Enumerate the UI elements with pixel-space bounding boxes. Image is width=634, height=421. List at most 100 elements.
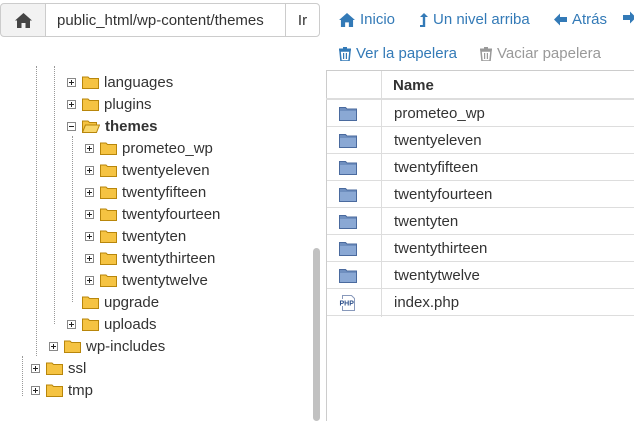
expand-icon[interactable] xyxy=(85,165,94,175)
folder-icon xyxy=(46,362,63,375)
expand-icon[interactable] xyxy=(85,143,94,153)
tree-item-label: twentytwelve xyxy=(122,271,208,289)
column-divider xyxy=(381,71,382,317)
table-row[interactable]: twentythirteen xyxy=(327,235,634,262)
folder-icon xyxy=(46,384,63,397)
go-button[interactable]: Ir xyxy=(285,3,320,37)
folder-icon xyxy=(339,107,357,121)
expand-icon[interactable] xyxy=(31,363,40,373)
trash-icon xyxy=(480,46,492,61)
trash-icon xyxy=(339,46,351,61)
table-row[interactable]: twentyfourteen xyxy=(327,181,634,208)
tree-item-plugins[interactable]: plugins xyxy=(67,93,152,115)
tree-item-uploads[interactable]: uploads xyxy=(67,313,157,335)
file-name: twentyten xyxy=(394,213,459,230)
expand-icon[interactable] xyxy=(67,319,76,329)
file-name: index.php xyxy=(394,294,460,311)
home-icon xyxy=(339,12,355,27)
collapse-icon[interactable] xyxy=(67,121,76,131)
tree-item-prometeo-wp[interactable]: prometeo_wp xyxy=(85,137,213,159)
folder-icon xyxy=(339,161,357,175)
home-icon xyxy=(14,12,32,28)
folder-icon xyxy=(100,142,117,155)
tree-item-twentyten[interactable]: twentyten xyxy=(85,225,186,247)
table-row[interactable]: prometeo_wp xyxy=(327,100,634,127)
file-name: twentythirteen xyxy=(394,240,488,257)
folder-icon xyxy=(100,230,117,243)
expand-icon[interactable] xyxy=(85,275,94,285)
table-row[interactable]: twentytwelve xyxy=(327,262,634,289)
tree-item-label: twentyeleven xyxy=(122,161,210,179)
tree-item-label: twentyfourteen xyxy=(122,205,221,223)
forward-link[interactable] xyxy=(623,11,634,24)
tree-item-label: wp-includes xyxy=(86,337,166,355)
tree-item-label: languages xyxy=(104,73,174,91)
back-link[interactable]: Atrás xyxy=(554,11,607,28)
home-button[interactable] xyxy=(0,3,46,37)
table-row[interactable]: twentyfifteen xyxy=(327,154,634,181)
expand-icon[interactable] xyxy=(85,209,94,219)
folder-open-icon xyxy=(82,120,100,133)
expand-icon[interactable] xyxy=(85,253,94,263)
tree-item-tmp[interactable]: tmp xyxy=(31,379,93,401)
file-name: prometeo_wp xyxy=(394,105,485,122)
file-name: twentyfourteen xyxy=(394,186,493,203)
tree-scrollbar-thumb[interactable] xyxy=(313,248,320,421)
expand-icon[interactable] xyxy=(67,99,76,109)
table-row[interactable]: twentyeleven xyxy=(327,127,634,154)
folder-icon xyxy=(82,76,99,89)
expand-icon[interactable] xyxy=(49,341,58,351)
folder-icon xyxy=(82,296,99,309)
tree-item-twentyfifteen[interactable]: twentyfifteen xyxy=(85,181,206,203)
view-trash-label: Ver la papelera xyxy=(356,45,457,62)
tree-item-ssl[interactable]: ssl xyxy=(31,357,86,379)
folder-icon xyxy=(339,242,357,256)
home-link[interactable]: Inicio xyxy=(339,11,395,28)
tree-item-twentytwelve[interactable]: twentytwelve xyxy=(85,269,208,291)
tree-item-themes[interactable]: themes xyxy=(67,115,158,137)
tree-item-label: tmp xyxy=(68,381,94,399)
table-row[interactable]: twentyten xyxy=(327,208,634,235)
folder-icon xyxy=(339,215,357,229)
home-link-label: Inicio xyxy=(360,11,396,28)
expand-icon[interactable] xyxy=(85,231,94,241)
tree-item-twentyeleven[interactable]: twentyeleven xyxy=(85,159,210,181)
tree-item-wp-includes[interactable]: wp-includes xyxy=(49,335,165,357)
tree-item-label: twentyfifteen xyxy=(122,183,207,201)
expand-icon[interactable] xyxy=(31,385,40,395)
path-input[interactable] xyxy=(45,3,286,37)
tree-item-label: upgrade xyxy=(104,293,160,311)
file-name: twentyeleven xyxy=(394,132,482,149)
expand-icon[interactable] xyxy=(67,77,76,87)
expand-icon[interactable] xyxy=(85,187,94,197)
folder-icon xyxy=(82,318,99,331)
tree-item-twentyfourteen[interactable]: twentyfourteen xyxy=(85,203,220,225)
table-header xyxy=(326,71,634,100)
column-header-name[interactable]: Name xyxy=(393,77,434,94)
empty-trash-link[interactable]: Vaciar papelera xyxy=(480,45,601,62)
tree-item-label: twentythirteen xyxy=(122,249,216,267)
tree-item-label: prometeo_wp xyxy=(122,139,213,157)
tree-item-label: plugins xyxy=(104,95,152,113)
tree-item-upgrade[interactable]: upgrade xyxy=(67,291,159,313)
file-name: twentyfifteen xyxy=(394,159,479,176)
up-level-link[interactable]: Un nivel arriba xyxy=(420,11,530,28)
arrow-right-icon xyxy=(623,11,634,24)
back-label: Atrás xyxy=(572,11,608,28)
folder-icon xyxy=(339,134,357,148)
tree-item-label: uploads xyxy=(104,315,157,333)
no-expander xyxy=(67,298,76,307)
view-trash-link[interactable]: Ver la papelera xyxy=(339,45,457,62)
level-up-icon xyxy=(420,12,428,27)
folder-icon xyxy=(82,98,99,111)
table-row[interactable]: PHP index.php xyxy=(327,289,634,316)
tree-item-languages[interactable]: languages xyxy=(67,71,173,93)
tree-item-twentythirteen[interactable]: twentythirteen xyxy=(85,247,215,269)
arrow-left-icon xyxy=(554,13,567,26)
folder-icon xyxy=(64,340,81,353)
folder-icon xyxy=(100,186,117,199)
folder-icon xyxy=(100,164,117,177)
folder-icon xyxy=(100,208,117,221)
php-file-icon: PHP xyxy=(339,295,355,311)
folder-icon xyxy=(339,188,357,202)
